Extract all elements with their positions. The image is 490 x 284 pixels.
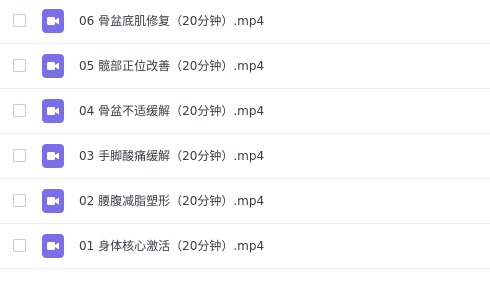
video-file-icon (42, 9, 64, 33)
file-name[interactable]: 04 骨盆不适缓解（20分钟）.mp4 (79, 103, 264, 119)
file-row[interactable]: 05 髋部正位改善（20分钟）.mp4 (0, 45, 490, 89)
select-checkbox[interactable] (13, 194, 26, 207)
file-name[interactable]: 02 腰腹减脂塑形（20分钟）.mp4 (79, 193, 264, 209)
video-file-icon (42, 234, 64, 258)
select-checkbox[interactable] (13, 14, 26, 27)
file-row[interactable]: 03 手脚酸痛缓解（20分钟）.mp4 (0, 135, 490, 179)
select-checkbox[interactable] (13, 149, 26, 162)
video-file-icon (42, 144, 64, 168)
video-file-icon (42, 189, 64, 213)
select-checkbox[interactable] (13, 239, 26, 252)
file-row[interactable]: 01 身体核心激活（20分钟）.mp4 (0, 225, 490, 269)
select-checkbox[interactable] (13, 104, 26, 117)
file-row[interactable]: 04 骨盆不适缓解（20分钟）.mp4 (0, 90, 490, 134)
file-name[interactable]: 03 手脚酸痛缓解（20分钟）.mp4 (79, 148, 264, 164)
file-name[interactable]: 05 髋部正位改善（20分钟）.mp4 (79, 58, 264, 74)
video-file-icon (42, 54, 64, 78)
video-file-icon (42, 99, 64, 123)
file-row[interactable]: 02 腰腹减脂塑形（20分钟）.mp4 (0, 180, 490, 224)
select-checkbox[interactable] (13, 59, 26, 72)
file-list: 06 骨盆底肌修复（20分钟）.mp4 05 髋部正位改善（20分钟）.mp4 … (0, 0, 490, 284)
file-row[interactable]: 06 骨盆底肌修复（20分钟）.mp4 (0, 0, 490, 44)
file-name[interactable]: 01 身体核心激活（20分钟）.mp4 (79, 238, 264, 254)
file-name[interactable]: 06 骨盆底肌修复（20分钟）.mp4 (79, 13, 264, 29)
